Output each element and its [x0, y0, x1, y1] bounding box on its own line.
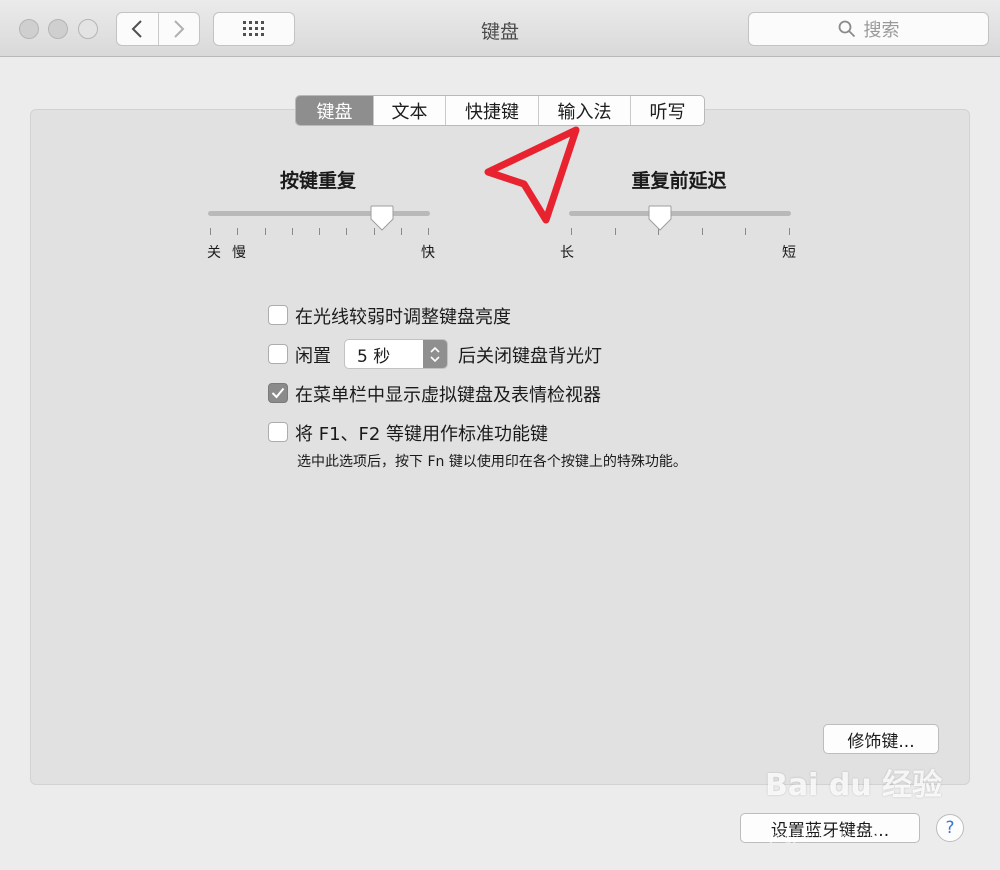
repeat-delay-long-label: 长 [560, 245, 574, 261]
stepper-arrows[interactable] [423, 340, 447, 368]
key-repeat-slow-label: 慢 [232, 245, 246, 261]
slider-tick [400, 228, 402, 235]
repeat-delay-slider-thumb[interactable] [648, 205, 672, 231]
key-repeat-slider-thumb[interactable] [370, 205, 394, 231]
tab-dictation[interactable]: 听写 [630, 96, 704, 125]
adjust-brightness-label: 在光线较弱时调整键盘亮度 [295, 307, 511, 328]
slider-tick [210, 228, 211, 235]
repeat-delay-slider[interactable] [569, 211, 791, 216]
baidu-watermark: Bai du 经验 [765, 760, 942, 804]
slider-tick [291, 228, 293, 235]
adjust-brightness-checkbox[interactable] [268, 305, 288, 325]
tab-keyboard[interactable]: 键盘 [296, 96, 373, 125]
key-repeat-title: 按键重复 [279, 170, 356, 192]
slider-tick [745, 228, 747, 235]
backlight-off-checkbox[interactable] [268, 344, 288, 364]
chevron-up-icon [430, 346, 440, 353]
repeat-delay-short-label: 短 [782, 245, 796, 261]
slider-tick [237, 228, 239, 235]
slider-tick [428, 228, 429, 235]
watermark-text: Bai du 经验 [765, 768, 943, 803]
search-icon [838, 20, 855, 38]
key-repeat-fast-label: 快 [421, 245, 435, 261]
key-repeat-off-label: 关 [207, 245, 221, 261]
backlight-off-suffix: 后关闭键盘背光灯 [458, 346, 602, 367]
backlight-timeout-value: 5 秒 [357, 346, 391, 367]
show-viewer-label: 在菜单栏中显示虚拟键盘及表情检视器 [295, 385, 601, 406]
slider-tick [614, 228, 616, 235]
slider-tick [264, 228, 266, 235]
chevron-down-icon [430, 355, 440, 362]
annotation-arrow-icon [484, 126, 580, 224]
backlight-timeout-stepper[interactable]: 5 秒 [344, 339, 448, 369]
backlight-off-prefix: 闲置 [295, 346, 331, 367]
slider-tick [319, 228, 320, 235]
show-viewer-checkbox[interactable] [268, 383, 288, 403]
tab-text[interactable]: 文本 [373, 96, 445, 125]
slider-tick [346, 228, 348, 235]
help-button[interactable]: ? [936, 814, 964, 842]
fn-keys-label: 将 F1、F2 等键用作标准功能键 [295, 424, 549, 445]
key-repeat-slider[interactable] [208, 211, 430, 216]
checkmark-icon [271, 387, 285, 399]
modifier-keys-button[interactable]: 修饰键... [823, 724, 939, 754]
repeat-delay-title: 重复前延迟 [631, 170, 727, 192]
watermark-url: jingyan.baidu.com [770, 830, 881, 844]
slider-tick [701, 228, 703, 235]
fn-keys-hint: 选中此选项后，按下 Fn 键以使用印在各个按键上的特殊功能。 [297, 454, 687, 470]
fn-keys-checkbox[interactable] [268, 422, 288, 442]
search-placeholder: 搜索 [863, 20, 900, 41]
tab-shortcuts[interactable]: 快捷键 [445, 96, 538, 125]
slider-tick [789, 228, 790, 235]
search-field[interactable]: 搜索 [748, 12, 989, 46]
tab-input-sources[interactable]: 输入法 [538, 96, 630, 125]
title-bar: 键盘 搜索 [0, 0, 1000, 57]
